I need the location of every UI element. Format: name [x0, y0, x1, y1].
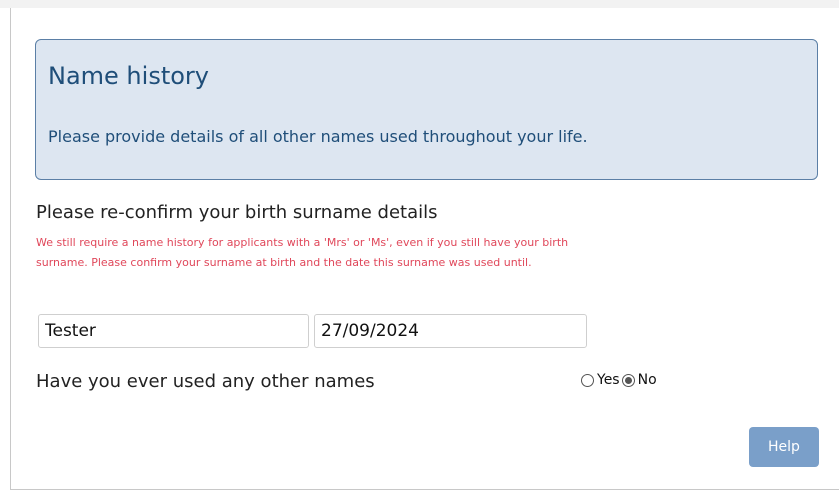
top-strip [0, 0, 839, 8]
birth-surname-warning: We still require a name history for appl… [36, 236, 569, 269]
info-text: Please provide details of all other name… [48, 127, 588, 146]
birth-surname-heading: Please re-confirm your birth surname det… [36, 202, 438, 223]
surname-used-until-date-input[interactable] [314, 314, 587, 348]
radio-option-no[interactable]: No [621, 372, 657, 388]
name-history-info-box: Name history Please provide details of a… [35, 39, 818, 180]
info-title: Name history [48, 62, 209, 90]
other-names-question: Have you ever used any other names [36, 371, 375, 392]
form-panel: Name history Please provide details of a… [10, 8, 839, 490]
birth-surname-input[interactable] [38, 314, 309, 348]
page: Name history Please provide details of a… [0, 0, 839, 491]
help-button[interactable]: Help [749, 427, 819, 467]
radio-yes-label: Yes [597, 372, 620, 388]
other-names-radio-group: Yes No [581, 372, 659, 388]
radio-no-icon[interactable] [621, 373, 635, 387]
radio-yes-icon[interactable] [581, 373, 594, 387]
radio-option-yes[interactable]: Yes [581, 372, 620, 388]
radio-no-label: No [637, 372, 657, 388]
